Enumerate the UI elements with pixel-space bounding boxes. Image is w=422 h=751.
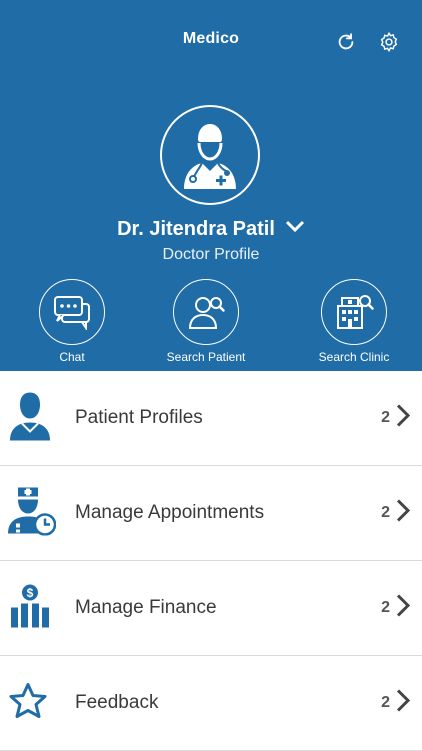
chevron-right-icon <box>396 594 411 623</box>
search-patient-button[interactable]: Search Patient <box>146 279 266 364</box>
menu-item-feedback[interactable]: Feedback 2 <box>0 656 422 751</box>
patient-icon <box>8 391 52 446</box>
gear-icon[interactable] <box>378 31 400 53</box>
profile-header: Medico Dr. Jitendra Patil Doctor Profile <box>0 0 422 371</box>
refresh-icon[interactable] <box>335 31 357 53</box>
star-icon <box>8 682 48 725</box>
search-patient-icon <box>188 297 225 329</box>
doctor-name: Dr. Jitendra Patil <box>117 218 275 240</box>
menu-label: Feedback <box>75 692 159 713</box>
menu-label: Patient Profiles <box>75 407 203 428</box>
chevron-right-icon <box>396 689 411 718</box>
menu-item-manage-appointments[interactable]: Manage Appointments 2 <box>0 466 422 561</box>
chat-icon <box>54 296 90 330</box>
appointment-icon <box>8 486 57 541</box>
search-clinic-button[interactable]: Search Clinic <box>294 279 414 364</box>
menu-label: Manage Appointments <box>75 502 265 523</box>
menu-label: Manage Finance <box>75 597 217 618</box>
chevron-right-icon <box>396 404 411 433</box>
count-badge: 2 <box>381 409 390 426</box>
count-badge: 2 <box>381 694 390 711</box>
chevron-down-icon[interactable] <box>285 216 305 239</box>
doctor-avatar-icon <box>184 124 236 189</box>
chat-button[interactable]: Chat <box>12 279 132 364</box>
svg-text:$: $ <box>27 586 34 600</box>
chat-label: Chat <box>59 350 85 364</box>
doctor-avatar[interactable] <box>160 105 260 205</box>
doctor-name-dropdown[interactable]: Dr. Jitendra Patil <box>0 218 422 241</box>
doctor-role: Doctor Profile <box>162 246 260 263</box>
menu-item-patient-profiles[interactable]: Patient Profiles 2 <box>0 371 422 466</box>
finance-icon: $ <box>8 584 52 633</box>
main-menu: Patient Profiles 2 Manage Appointments 2 <box>0 371 422 751</box>
search-clinic-label: Search Clinic <box>318 350 390 364</box>
chevron-right-icon <box>396 499 411 528</box>
menu-item-manage-finance[interactable]: $ Manage Finance 2 <box>0 561 422 656</box>
count-badge: 2 <box>381 504 390 521</box>
count-badge: 2 <box>381 599 390 616</box>
app-title: Medico <box>182 30 240 47</box>
search-patient-label: Search Patient <box>166 350 246 364</box>
search-clinic-icon <box>337 295 374 329</box>
